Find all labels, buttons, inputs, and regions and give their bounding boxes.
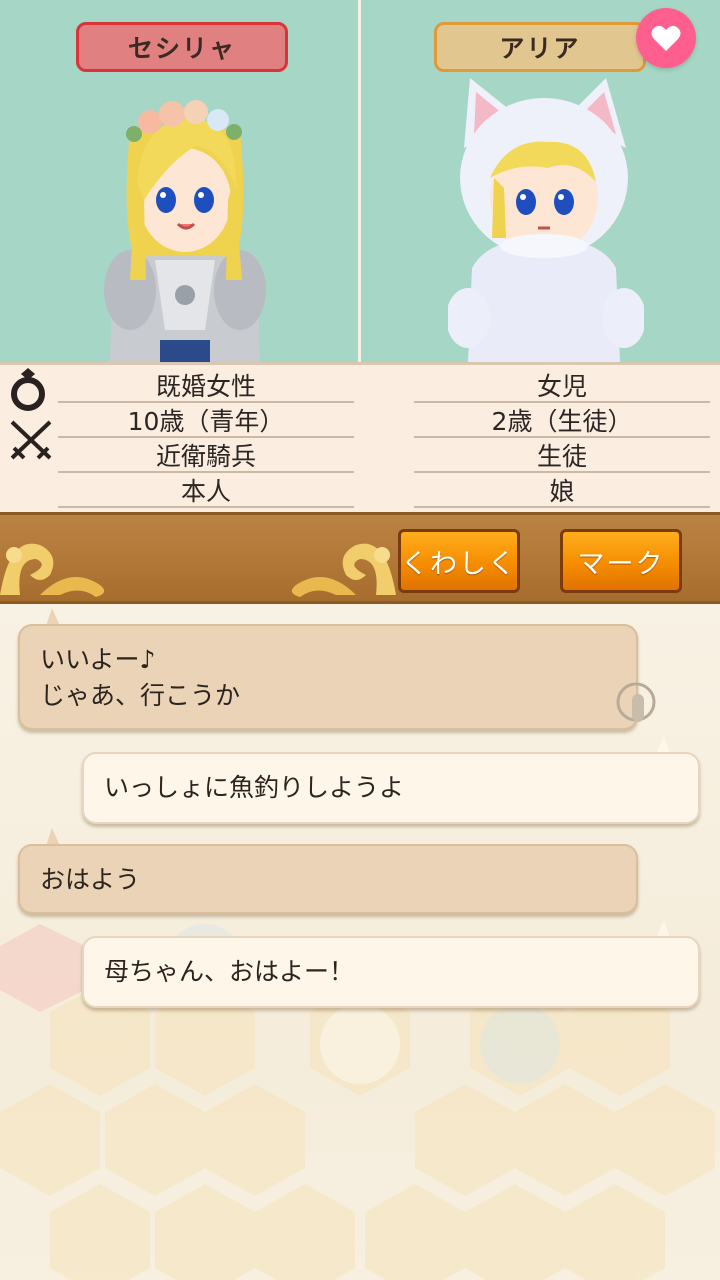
right-character-name[interactable]: アリア [434, 22, 646, 72]
left-character-name[interactable]: セシリャ [76, 22, 288, 72]
ring-icon [11, 368, 45, 411]
chat-bubble-2[interactable]: いっしょに魚釣りしようよ [82, 752, 700, 824]
ornament-right [291, 543, 396, 597]
tap-icon [616, 682, 656, 722]
character-info-table: 既婚女性 10歳（青年） 近衛騎兵 本人 女児 2歳（生徒） 生徒 娘 [0, 362, 720, 512]
chat-line: おはよう [40, 865, 141, 894]
left-age: 10歳（青年） [58, 403, 354, 438]
right-character-info: 女児 2歳（生徒） 生徒 娘 [414, 368, 710, 508]
right-character-portrait[interactable] [448, 78, 644, 362]
chat-bubble-3[interactable]: おはよう [18, 844, 638, 914]
chat-bubble-1[interactable]: いいよー♪ じゃあ、行こうか [18, 624, 638, 730]
chat-line: いっしょに魚釣りしようよ [104, 773, 405, 802]
left-marital-status: 既婚女性 [58, 368, 354, 403]
action-bar: くわしく マーク [0, 512, 720, 604]
favorite-button[interactable] [636, 8, 696, 68]
heart-icon [651, 25, 681, 51]
crossed-swords-icon [10, 420, 52, 460]
chat-line: じゃあ、行こうか [40, 681, 241, 710]
right-occupation: 生徒 [414, 438, 710, 473]
left-character-portrait[interactable] [100, 90, 270, 362]
left-occupation: 近衛騎兵 [58, 438, 354, 473]
left-character-info: 既婚女性 10歳（青年） 近衛騎兵 本人 [58, 368, 354, 508]
right-age: 2歳（生徒） [414, 403, 710, 438]
left-relation: 本人 [58, 473, 354, 508]
chat-line: いいよー♪ [40, 645, 156, 674]
detail-button[interactable]: くわしく [398, 529, 520, 593]
right-relation: 娘 [414, 473, 710, 508]
ornament-left [0, 543, 105, 597]
chat-line: 母ちゃん、おはよー！ [104, 957, 355, 986]
mark-button[interactable]: マーク [560, 529, 682, 593]
right-marital-status: 女児 [414, 368, 710, 403]
chat-bubble-4[interactable]: 母ちゃん、おはよー！ [82, 936, 700, 1008]
chat-area[interactable]: いいよー♪ じゃあ、行こうか いっしょに魚釣りしようよ おはよう 母ちゃん、おは… [0, 604, 720, 1280]
